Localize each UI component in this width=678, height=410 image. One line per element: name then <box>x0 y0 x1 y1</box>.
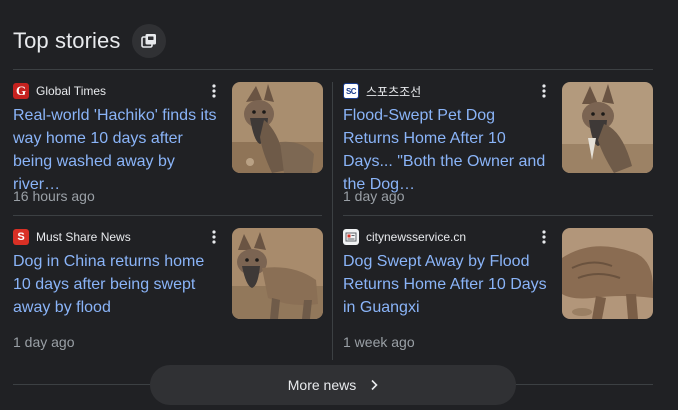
divider-middle-left <box>13 215 322 216</box>
citynewsservice-logo-icon <box>343 229 359 245</box>
more-options-button[interactable] <box>539 83 549 99</box>
story-timestamp: 1 day ago <box>343 188 405 204</box>
source-name: Global Times <box>36 84 107 98</box>
story-headline-link[interactable]: Flood-Swept Pet Dog Returns Home After 1… <box>343 104 555 196</box>
story-source[interactable]: citynewsservice.cn <box>343 228 466 246</box>
divider-middle-right <box>343 215 653 216</box>
more-options-button[interactable] <box>209 83 219 99</box>
stories-stack-button[interactable] <box>132 24 167 58</box>
must-share-news-logo-icon: S <box>13 229 29 245</box>
story-card-sports-chosun[interactable]: SC 스포츠조선 Flood-Swept Pet Dog Returns Hom… <box>343 80 653 215</box>
story-timestamp: 1 day ago <box>13 334 75 350</box>
more-vert-icon <box>542 230 546 244</box>
global-times-logo-icon: G <box>13 83 29 99</box>
story-timestamp: 1 week ago <box>343 334 415 350</box>
story-source[interactable]: S Must Share News <box>13 228 131 246</box>
story-card-citynewsservice[interactable]: citynewsservice.cn Dog Swept Away by Flo… <box>343 226 653 361</box>
story-thumbnail[interactable] <box>562 228 653 319</box>
story-card-global-times[interactable]: G Global Times Real-world 'Hachiko' find… <box>13 80 323 215</box>
more-news-label: More news <box>287 377 357 393</box>
source-name: Must Share News <box>36 230 131 244</box>
sports-chosun-logo-icon: SC <box>343 83 359 99</box>
stack-icon <box>141 34 157 48</box>
more-options-button[interactable] <box>209 229 219 245</box>
story-source[interactable]: SC 스포츠조선 <box>343 82 421 100</box>
divider-top <box>13 69 653 70</box>
source-name: 스포츠조선 <box>366 84 422 99</box>
more-vert-icon <box>212 84 216 98</box>
story-headline-link[interactable]: Real-world 'Hachiko' finds its way home … <box>13 104 225 196</box>
story-headline-link[interactable]: Dog Swept Away by Flood Returns Home Aft… <box>343 250 555 319</box>
story-thumbnail[interactable] <box>562 82 653 173</box>
chevron-right-icon <box>370 379 378 391</box>
story-timestamp: 16 hours ago <box>13 188 95 204</box>
section-title: Top stories <box>13 28 121 53</box>
more-options-button[interactable] <box>539 229 549 245</box>
story-thumbnail[interactable] <box>232 228 323 319</box>
story-headline-link[interactable]: Dog in China returns home 10 days after … <box>13 250 225 319</box>
story-card-must-share-news[interactable]: S Must Share News Dog in China returns h… <box>13 226 323 361</box>
more-vert-icon <box>542 84 546 98</box>
section-header: Top stories <box>13 24 167 58</box>
story-source[interactable]: G Global Times <box>13 82 106 100</box>
divider-vertical <box>332 82 333 360</box>
source-name: citynewsservice.cn <box>366 230 467 244</box>
more-news-button[interactable]: More news <box>150 365 516 405</box>
more-vert-icon <box>212 230 216 244</box>
story-thumbnail[interactable] <box>232 82 323 173</box>
